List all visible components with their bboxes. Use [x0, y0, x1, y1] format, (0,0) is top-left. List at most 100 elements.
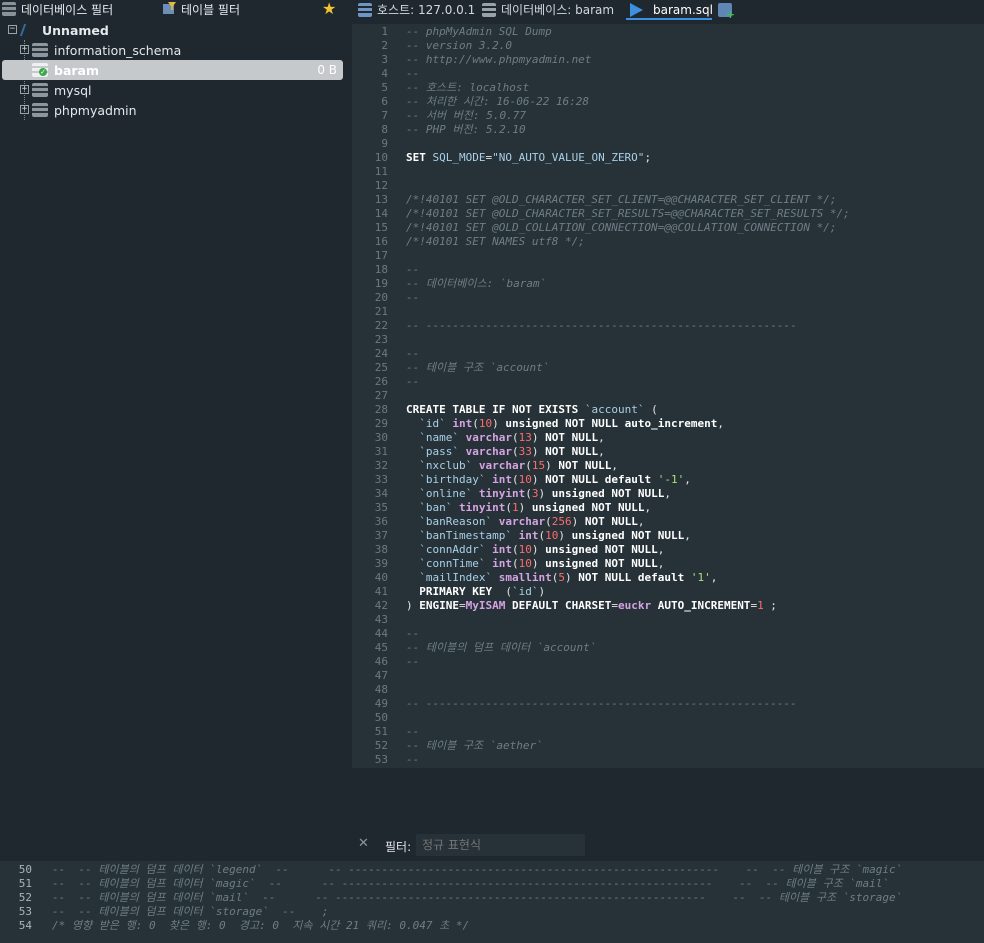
line-number: 8 — [381, 123, 388, 136]
code-line: `connAddr` int(10) unsigned NOT NULL, — [419, 543, 665, 556]
tab-host[interactable]: 호스트: 127.0.0.1 — [358, 0, 475, 19]
line-number: 53 — [374, 753, 388, 766]
line-number: 15 — [374, 221, 388, 234]
code-line: -- 데이터베이스: `baram` — [406, 277, 547, 290]
line-number: 33 — [374, 473, 388, 486]
line-number: 17 — [374, 249, 388, 262]
line-number: 37 — [374, 529, 388, 542]
line-number-gutter: 1 2 3 4 5 6 7 8 9 10 11 12 13 14 15 16 17 18 19 20 21 22 23 24 2… — [352, 24, 392, 768]
line-number: 27 — [374, 389, 388, 402]
clear-filter-icon[interactable]: ✕ — [358, 836, 369, 851]
database-filter-label: 데이터베이스 필터 — [21, 2, 114, 17]
filter-input[interactable] — [416, 834, 585, 856]
tab-bar: 호스트: 127.0.0.1 데이터베이스: baram baram.sql — [346, 0, 984, 21]
code-line: /*!40101 SET NAMES utf8 */; — [406, 235, 585, 248]
log-line: /* 영향 받은 행: 0 찾은 행: 0 경고: 0 지속 시간 21 쿼리:… — [52, 919, 470, 932]
query-log-panel[interactable]: 50 -- -- 테이블의 덤프 데이터 `legend` -- -- -----… — [0, 861, 984, 943]
code-line: -- 서버 버전: 5.0.77 — [406, 109, 526, 122]
code-line: `id` int(10) unsigned NOT NULL auto_incr… — [419, 417, 724, 430]
code-line: `name` varchar(13) NOT NULL, — [419, 431, 605, 444]
tab-query-baram-sql[interactable]: baram.sql — [630, 0, 713, 19]
code-line: /*!40101 SET @OLD_CHARACTER_SET_RESULTS=… — [406, 207, 850, 220]
line-number: 19 — [374, 277, 388, 290]
database-filter-icon — [2, 2, 16, 16]
code-line: /*!40101 SET @OLD_CHARACTER_SET_CLIENT=@… — [406, 193, 837, 206]
tab-host-label: 호스트: 127.0.0.1 — [377, 3, 476, 17]
code-line: -- -------------------------------------… — [406, 697, 797, 710]
line-number: 12 — [374, 179, 388, 192]
database-icon — [482, 2, 496, 17]
expand-icon[interactable]: + — [20, 105, 29, 114]
line-number: 36 — [374, 515, 388, 528]
log-line: -- -- 테이블의 덤프 데이터 `storage` -- ; — [52, 905, 329, 918]
log-line-number: 50 — [18, 863, 32, 876]
new-query-tab-button[interactable] — [718, 0, 737, 21]
code-line: -- — [406, 263, 420, 276]
expand-icon[interactable]: + — [20, 45, 29, 54]
code-line: `ban` tinyint(1) unsigned NOT NULL, — [419, 501, 652, 514]
expand-icon[interactable]: + — [20, 85, 29, 94]
line-number: 30 — [374, 431, 388, 444]
code-line: SET SQL_MODE="NO_AUTO_VALUE_ON_ZERO"; — [406, 151, 652, 164]
database-icon — [32, 103, 48, 117]
database-size: 0 B — [317, 63, 337, 77]
code-line: -- version 3.2.0 — [406, 39, 512, 52]
code-line: -- — [406, 291, 420, 304]
filter-bar-bottom: ✕ 필터: — [352, 833, 984, 857]
tree-db-mysql[interactable]: + mysql — [0, 80, 346, 100]
sql-editor[interactable]: 1 2 3 4 5 6 7 8 9 10 11 12 13 14 15 16 17 18 19 20 21 22 23 24 2… — [352, 24, 984, 768]
active-check-icon: ✓ — [39, 68, 47, 76]
code-line: -- 호스트: localhost — [406, 81, 530, 94]
database-filter-button[interactable]: 데이터베이스 필터 — [2, 1, 113, 17]
tree-db-baram[interactable]: ✓ baram 0 B — [2, 60, 343, 80]
line-number: 52 — [374, 739, 388, 752]
line-number: 4 — [381, 67, 388, 80]
line-number: 5 — [381, 81, 388, 94]
tree-db-information-schema[interactable]: + information_schema — [0, 40, 346, 60]
log-line: -- -- 테이블의 덤프 데이터 `legend` -- -- -------… — [52, 863, 903, 876]
code-line: -- — [406, 655, 420, 668]
code-line: -- 테이블 구조 `aether` — [406, 739, 543, 752]
log-line-number: 53 — [18, 905, 32, 918]
line-number: 45 — [374, 641, 388, 654]
database-name: mysql — [54, 83, 92, 98]
collapse-icon[interactable]: − — [8, 25, 17, 34]
line-number: 14 — [374, 207, 388, 220]
code-line: -- http://www.phpmyadmin.net — [406, 53, 592, 66]
line-number: 10 — [374, 151, 388, 164]
line-number: 16 — [374, 235, 388, 248]
line-number: 31 — [374, 445, 388, 458]
line-number: 41 — [374, 585, 388, 598]
table-filter-button[interactable]: 테이블 필터 — [162, 1, 240, 17]
line-number: 48 — [374, 683, 388, 696]
line-number: 47 — [374, 669, 388, 682]
line-number: 1 — [381, 25, 388, 38]
log-line: -- -- 테이블의 덤프 데이터 `magic` -- -- --------… — [52, 877, 890, 890]
code-line: `pass` varchar(33) NOT NULL, — [419, 445, 605, 458]
favorite-star-icon[interactable]: ★ — [322, 0, 336, 18]
code-line: -- 테이블 구조 `account` — [406, 361, 550, 374]
filter-bar: 데이터베이스 필터 테이블 필터 ★ — [0, 0, 346, 18]
line-number: 35 — [374, 501, 388, 514]
tree-db-phpmyadmin[interactable]: + phpmyadmin — [0, 100, 346, 120]
line-number: 25 — [374, 361, 388, 374]
code-line: `online` tinyint(3) unsigned NOT NULL, — [419, 487, 671, 500]
log-line: -- -- 테이블의 덤프 데이터 `mail` -- -- ---------… — [52, 891, 903, 904]
code-line: `mailIndex` smallint(5) NOT NULL default… — [419, 571, 718, 584]
log-line-number: 51 — [18, 877, 32, 890]
code-line: -- — [406, 753, 420, 766]
server-icon — [19, 24, 39, 36]
code-line: -- — [406, 627, 420, 640]
code-line: -- — [406, 347, 420, 360]
tab-database[interactable]: 데이터베이스: baram — [482, 0, 614, 19]
code-line: `connTime` int(10) unsigned NOT NULL, — [419, 557, 665, 570]
line-number: 46 — [374, 655, 388, 668]
line-number: 34 — [374, 487, 388, 500]
code-line: -- — [406, 375, 420, 388]
code-line: -- -------------------------------------… — [406, 319, 797, 332]
line-number: 42 — [374, 599, 388, 612]
line-number: 20 — [374, 291, 388, 304]
line-number: 38 — [374, 543, 388, 556]
tree-server-unnamed[interactable]: − Unnamed — [0, 20, 346, 40]
line-number: 11 — [374, 165, 388, 178]
